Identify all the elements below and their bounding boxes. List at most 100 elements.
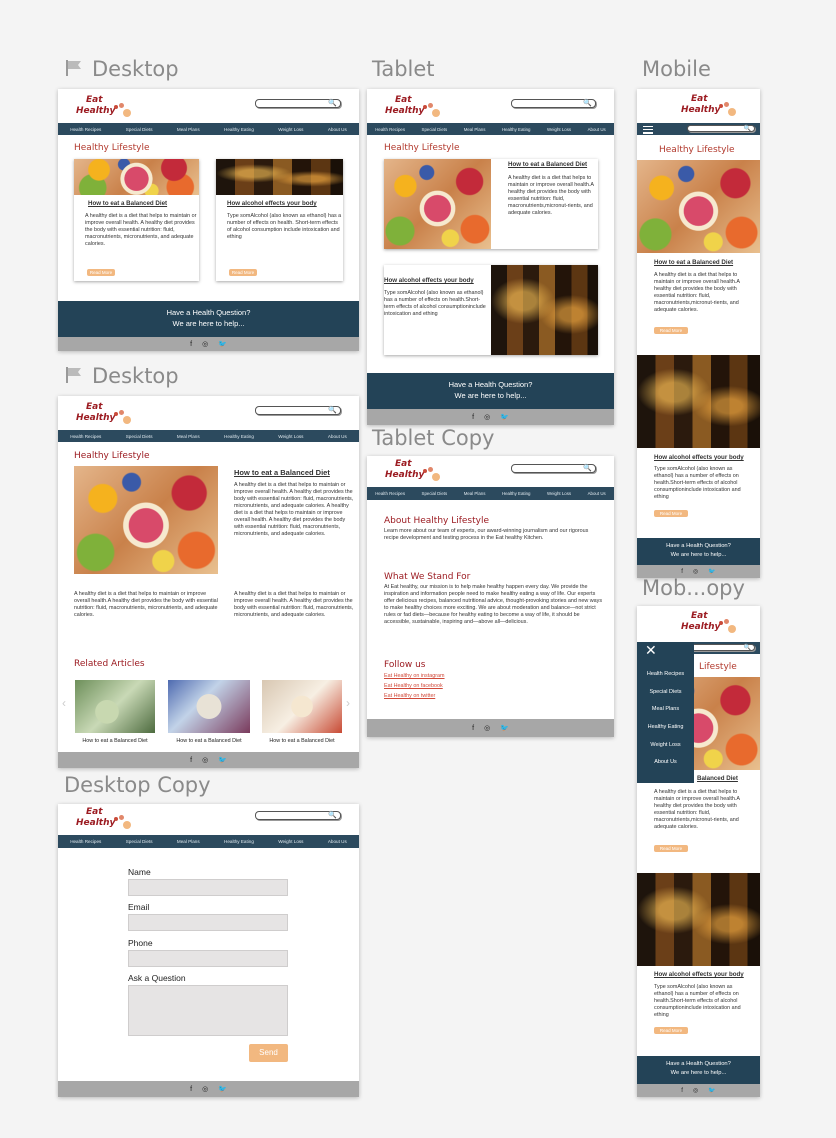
- related-article-title[interactable]: How to eat a Balanced Diet: [262, 738, 342, 744]
- chevron-left-icon[interactable]: ‹: [62, 696, 66, 710]
- nav-special-diets[interactable]: Special Diets: [422, 491, 448, 496]
- nav-weight-loss[interactable]: Weight Loss: [278, 127, 303, 132]
- related-article-image[interactable]: [168, 680, 250, 733]
- health-question-banner[interactable]: Have a Health Question? We are here to he…: [637, 1056, 760, 1084]
- email-field[interactable]: [128, 914, 288, 931]
- search-icon[interactable]: 🔍: [328, 812, 337, 819]
- search-icon[interactable]: 🔍: [583, 100, 592, 107]
- logo[interactable]: Eat Healthy: [385, 95, 424, 117]
- facebook-icon[interactable]: f: [472, 725, 474, 732]
- read-more-button[interactable]: Read More: [229, 269, 257, 276]
- twitter-link[interactable]: Eat Healthy on twitter: [384, 693, 435, 699]
- instagram-icon[interactable]: ◎: [693, 1087, 698, 1094]
- menu-item-special-diets[interactable]: Special Diets: [637, 689, 694, 695]
- nav-meal-plans[interactable]: Meal Plans: [177, 127, 200, 132]
- nav-healthy-eating[interactable]: Healthy Eating: [502, 491, 531, 496]
- nav-meal-plans[interactable]: Meal Plans: [177, 434, 200, 439]
- facebook-icon[interactable]: f: [190, 341, 192, 348]
- name-field[interactable]: [128, 879, 288, 896]
- twitter-icon[interactable]: 🐦: [218, 756, 227, 764]
- twitter-icon[interactable]: 🐦: [218, 1085, 227, 1093]
- nav-special-diets[interactable]: Special Diets: [126, 839, 153, 844]
- nav-health-recipes[interactable]: Health Recipes: [375, 127, 405, 132]
- search-icon[interactable]: 🔍: [328, 100, 337, 107]
- article-title[interactable]: How to eat a Balanced Diet: [88, 200, 167, 207]
- article-card[interactable]: How to eat a Balanced Diet A healthy die…: [74, 159, 199, 281]
- send-button[interactable]: Send: [249, 1044, 288, 1062]
- nav-weight-loss[interactable]: Weight Loss: [547, 491, 571, 496]
- nav-meal-plans[interactable]: Meal Plans: [177, 839, 200, 844]
- read-more-button[interactable]: Read More: [654, 510, 688, 517]
- logo[interactable]: Eat Healthy: [681, 94, 720, 116]
- nav-weight-loss[interactable]: Weight Loss: [278, 434, 303, 439]
- nav-about-us[interactable]: About Us: [328, 127, 347, 132]
- related-article-image[interactable]: [262, 680, 342, 733]
- health-question-banner[interactable]: Have a Health Question? We are here to he…: [367, 373, 614, 409]
- search-icon[interactable]: 🔍: [583, 465, 592, 472]
- read-more-button[interactable]: Read More: [87, 269, 115, 276]
- instagram-icon[interactable]: ◎: [202, 340, 208, 348]
- article-title[interactable]: How to eat a Balanced Diet: [508, 161, 587, 168]
- nav-about-us[interactable]: About Us: [328, 434, 347, 439]
- nav-about-us[interactable]: About Us: [328, 839, 347, 844]
- nav-about-us[interactable]: About Us: [588, 127, 606, 132]
- menu-item-healthy-eating[interactable]: Healthy Eating: [637, 724, 694, 730]
- search-input[interactable]: 🔍: [255, 811, 341, 820]
- article-title-partial[interactable]: Balanced Diet: [697, 775, 738, 782]
- menu-item-meal-plans[interactable]: Meal Plans: [637, 706, 694, 712]
- logo[interactable]: Eat Healthy: [385, 459, 424, 481]
- instagram-icon[interactable]: ◎: [484, 724, 490, 732]
- chevron-right-icon[interactable]: ›: [346, 696, 350, 710]
- health-question-banner[interactable]: Have a Health Question? We are here to he…: [637, 538, 760, 565]
- nav-weight-loss[interactable]: Weight Loss: [278, 839, 303, 844]
- article-title[interactable]: How to eat a Balanced Diet: [654, 259, 733, 266]
- nav-meal-plans[interactable]: Meal Plans: [464, 491, 486, 496]
- article-card[interactable]: How to eat a Balanced Diet A healthy die…: [384, 159, 598, 249]
- phone-field[interactable]: [128, 950, 288, 967]
- facebook-icon[interactable]: f: [190, 757, 192, 764]
- article-card[interactable]: How alcohol effects your body Type somAl…: [216, 159, 343, 281]
- article-title[interactable]: How alcohol effects your body: [227, 200, 317, 207]
- nav-health-recipes[interactable]: Health Recipes: [375, 491, 405, 496]
- read-more-button[interactable]: Read More: [654, 327, 688, 334]
- twitter-icon[interactable]: 🐦: [708, 1087, 715, 1094]
- instagram-icon[interactable]: ◎: [202, 1085, 208, 1093]
- logo[interactable]: Eat Healthy: [76, 95, 115, 117]
- related-article-title[interactable]: How to eat a Balanced Diet: [168, 738, 250, 744]
- hamburger-menu-icon[interactable]: [643, 124, 653, 136]
- facebook-icon[interactable]: f: [472, 414, 474, 421]
- nav-healthy-eating[interactable]: Healthy Eating: [224, 434, 254, 439]
- facebook-icon[interactable]: f: [681, 1088, 683, 1094]
- menu-item-weight-loss[interactable]: Weight Loss: [637, 742, 694, 748]
- nav-health-recipes[interactable]: Health Recipes: [70, 434, 101, 439]
- twitter-icon[interactable]: 🐦: [500, 724, 509, 732]
- search-icon[interactable]: 🔍: [744, 645, 751, 652]
- facebook-link[interactable]: Eat Healthy on facebook: [384, 683, 443, 689]
- nav-meal-plans[interactable]: Meal Plans: [464, 127, 486, 132]
- nav-health-recipes[interactable]: Health Recipes: [70, 127, 101, 132]
- nav-healthy-eating[interactable]: Healthy Eating: [502, 127, 531, 132]
- article-title[interactable]: How alcohol effects your body: [654, 454, 744, 461]
- nav-healthy-eating[interactable]: Healthy Eating: [224, 127, 254, 132]
- article-title[interactable]: How alcohol effects your body: [384, 277, 474, 284]
- read-more-button[interactable]: Read More: [654, 1027, 688, 1034]
- nav-weight-loss[interactable]: Weight Loss: [547, 127, 571, 132]
- facebook-icon[interactable]: f: [681, 569, 683, 575]
- article-title[interactable]: How alcohol effects your body: [654, 971, 744, 978]
- search-input[interactable]: 🔍: [255, 406, 341, 415]
- instagram-link[interactable]: Eat Healthy on instagram: [384, 673, 445, 679]
- instagram-icon[interactable]: ◎: [693, 568, 698, 575]
- health-question-banner[interactable]: Have a Health Question? We are here to he…: [58, 301, 359, 337]
- nav-about-us[interactable]: About Us: [588, 491, 606, 496]
- nav-special-diets[interactable]: Special Diets: [422, 127, 448, 132]
- related-article-title[interactable]: How to eat a Balanced Diet: [75, 738, 155, 744]
- search-input[interactable]: 🔍: [687, 125, 755, 132]
- twitter-icon[interactable]: 🐦: [500, 413, 509, 421]
- search-icon[interactable]: 🔍: [744, 126, 751, 133]
- nav-special-diets[interactable]: Special Diets: [126, 434, 153, 439]
- menu-item-about-us[interactable]: About Us: [637, 759, 694, 765]
- search-input[interactable]: 🔍: [255, 99, 341, 108]
- nav-health-recipes[interactable]: Health Recipes: [70, 839, 101, 844]
- twitter-icon[interactable]: 🐦: [218, 340, 227, 348]
- instagram-icon[interactable]: ◎: [202, 756, 208, 764]
